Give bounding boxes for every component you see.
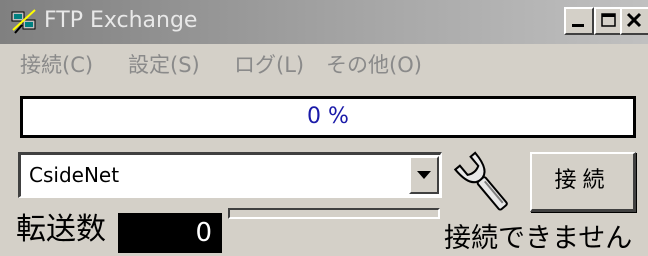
close-button[interactable] <box>620 7 648 35</box>
wrench-icon[interactable] <box>448 148 520 216</box>
menu-log[interactable]: ログ(L) <box>234 50 304 80</box>
menu-connect[interactable]: 接続(C) <box>20 50 93 80</box>
close-icon <box>626 12 642 28</box>
server-dropdown-button[interactable] <box>409 156 439 194</box>
server-select-value: CsideNet <box>29 163 120 187</box>
transfer-count-value: 0 <box>195 218 212 248</box>
transfer-progress-bar <box>228 208 440 219</box>
connection-status: 接続できません <box>444 223 633 254</box>
connect-button[interactable]: 接続 <box>530 152 636 212</box>
title-bar[interactable]: FTP Exchange <box>0 0 648 44</box>
progress-display: 0 % <box>20 96 636 138</box>
network-computers-icon[interactable] <box>10 8 38 36</box>
connect-button-label: 接続 <box>554 168 611 193</box>
minimize-icon <box>572 24 584 27</box>
minimize-button[interactable] <box>564 7 594 35</box>
window-title: FTP Exchange <box>44 8 198 33</box>
progress-percent: 0 % <box>307 104 349 129</box>
transfer-count-label: 転送数 <box>16 212 106 247</box>
menu-settings[interactable]: 設定(S) <box>128 50 200 80</box>
menu-other[interactable]: その他(O) <box>326 50 422 80</box>
ftp-exchange-window: FTP Exchange 接続(C) 設定(S) ログ(L) その他(O) 0 … <box>0 0 648 255</box>
menu-bar: 接続(C) 設定(S) ログ(L) その他(O) <box>0 46 648 88</box>
triangle-down-icon <box>417 171 431 179</box>
transfer-count-display: 0 <box>118 213 222 253</box>
maximize-icon <box>601 13 616 27</box>
server-select[interactable]: CsideNet <box>18 152 442 198</box>
